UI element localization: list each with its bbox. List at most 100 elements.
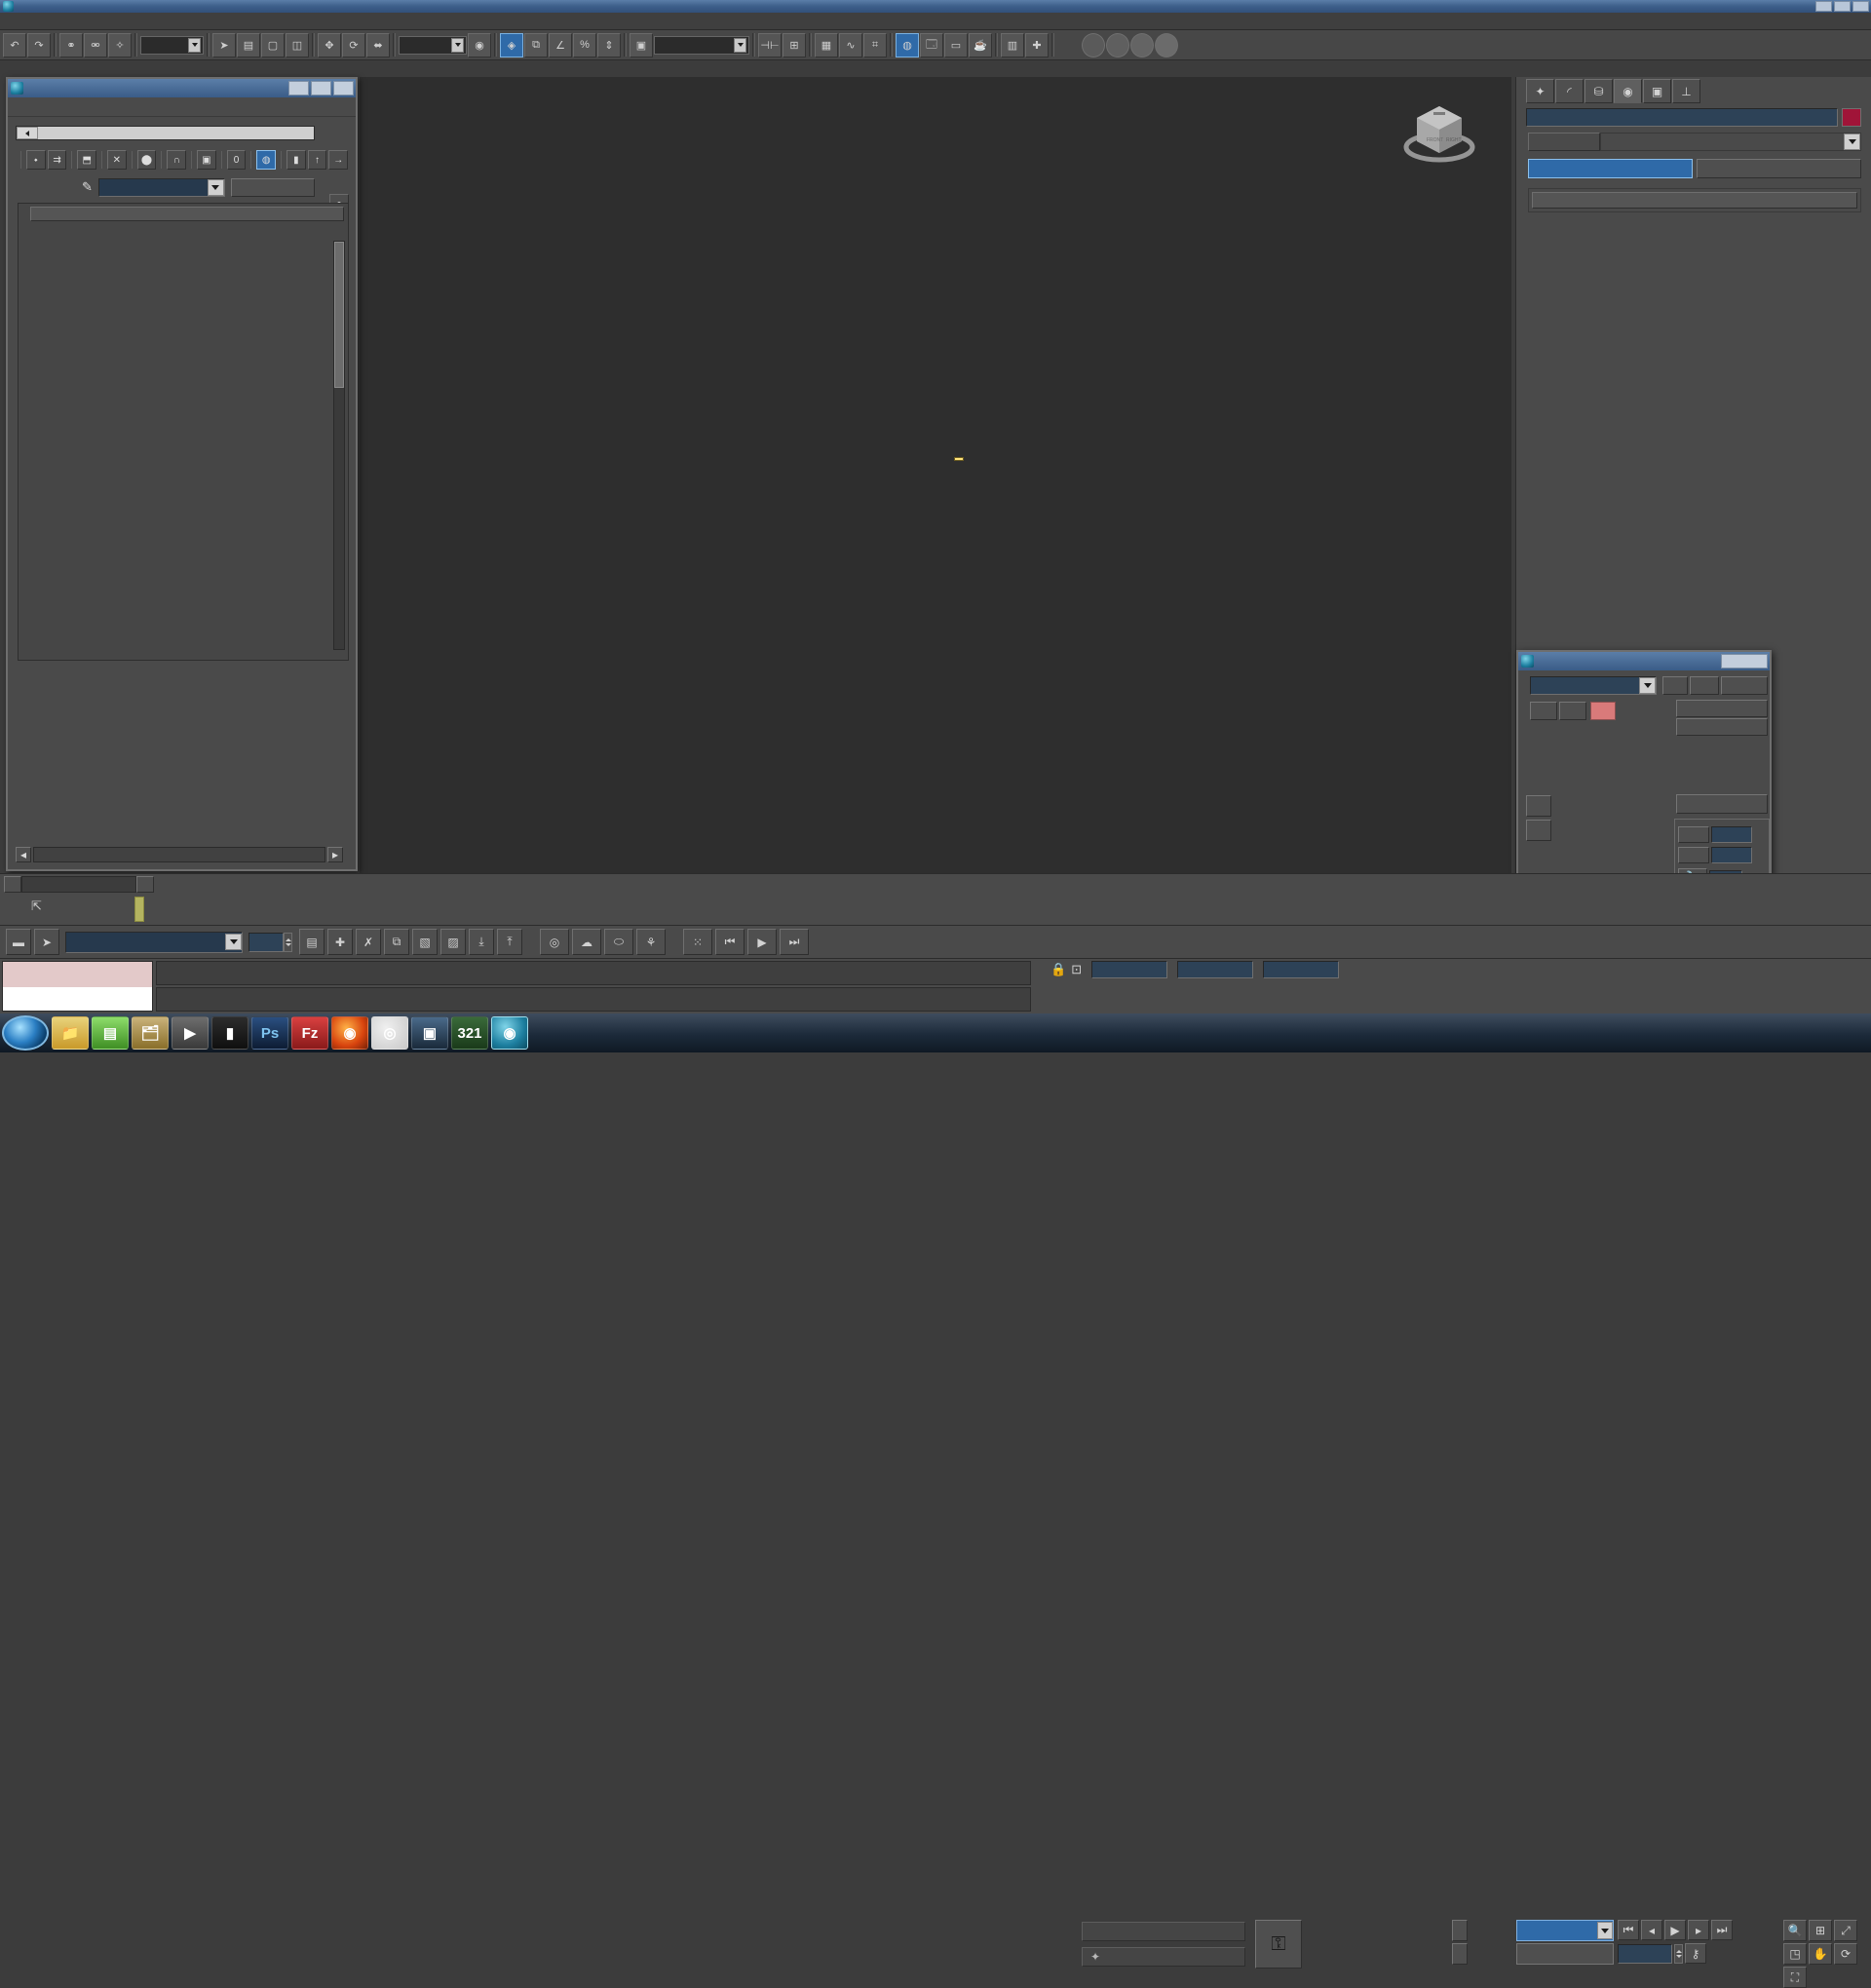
go-to-parent-icon[interactable]: ↑ xyxy=(308,150,327,170)
viewport-perspective[interactable]: FRONT RIGHT xyxy=(360,77,1511,873)
physx-icon[interactable]: ◎ xyxy=(540,929,569,955)
maximize-viewport-icon[interactable]: ⛶ xyxy=(1783,1967,1807,1988)
reference-coordinate-dropdown[interactable] xyxy=(399,36,467,55)
maps-rollout-header[interactable] xyxy=(30,207,344,221)
select-region-button[interactable]: ▢ xyxy=(261,33,285,57)
tpt-all-button[interactable] xyxy=(1559,702,1586,720)
assign-controller-header[interactable] xyxy=(1532,192,1857,209)
frame-spinner[interactable] xyxy=(1674,1944,1683,1964)
viewcube[interactable]: FRONT RIGHT xyxy=(1401,98,1477,169)
set-key-button[interactable] xyxy=(1452,1943,1468,1965)
mirror-button[interactable]: ⊣⊢ xyxy=(758,33,782,57)
angle-snap-button[interactable]: ∠ xyxy=(549,33,572,57)
tpt-from-field[interactable] xyxy=(1711,826,1752,843)
select-layer-icon[interactable]: ➤ xyxy=(34,929,59,955)
material-id-channel-button[interactable]: 0 xyxy=(227,150,247,170)
named-selection-sets-dropdown[interactable] xyxy=(654,36,749,55)
show-end-result-icon[interactable]: ▮ xyxy=(286,150,306,170)
window-close-button[interactable] xyxy=(1852,1,1869,12)
key-toggle-icon[interactable]: ⚿ xyxy=(1255,1920,1302,1969)
snap-toggle-button[interactable]: ⧉ xyxy=(524,33,548,57)
align-button[interactable]: ⊞ xyxy=(783,33,806,57)
redo-button[interactable]: ↷ xyxy=(27,33,51,57)
me-minimize-button[interactable] xyxy=(288,81,309,96)
make-unique-icon[interactable]: ∩ xyxy=(167,150,186,170)
make-material-copy-icon[interactable]: ⬤ xyxy=(137,150,157,170)
delete-layer-icon[interactable]: ✗ xyxy=(356,929,381,955)
taskbar-photoshop-icon[interactable]: Ps xyxy=(251,1016,288,1050)
paste-layer-icon[interactable]: ▧ xyxy=(412,929,438,955)
chevron-down-icon[interactable] xyxy=(734,38,746,53)
assign-to-selection-icon[interactable]: ⬒ xyxy=(77,150,96,170)
object-name-field[interactable] xyxy=(1526,108,1838,127)
go-to-end-button[interactable]: ⏭ xyxy=(1711,1920,1733,1940)
layer-manager-button[interactable]: ▦ xyxy=(815,33,838,57)
me-nav-right-button[interactable]: ▸ xyxy=(327,847,343,862)
window-crossing-button[interactable]: ◫ xyxy=(286,33,309,57)
go-to-start-button[interactable]: ⏮ xyxy=(1618,1920,1639,1940)
preview-render-button[interactable]: ▥ xyxy=(1001,33,1024,57)
add-time-tag-button[interactable]: ✦ xyxy=(1082,1947,1245,1967)
tpt-get-import-scale-button[interactable] xyxy=(1676,718,1768,736)
taskbar-media-icon[interactable]: ▶ xyxy=(172,1016,209,1050)
chevron-down-icon[interactable] xyxy=(188,38,201,53)
taskbar-folder-icon[interactable]: 🗂 xyxy=(132,1016,169,1050)
taskbar-terminal-icon[interactable]: ▮ xyxy=(211,1016,248,1050)
material-editor-window[interactable]: ● ◑ ▦ ⊞ ▤ ▷ ⚙ ⛏ ⧉ ⬩ ⇉ ⬒ ✕ ⬤ ∩ ▣ 0 ◍ ▮ ↑ … xyxy=(6,77,358,871)
viewport-canvas[interactable] xyxy=(360,77,1511,873)
physx-capsule-icon[interactable]: ⬭ xyxy=(604,929,633,955)
render-setup-button[interactable]: 🗔 xyxy=(920,33,943,57)
orbit-icon[interactable]: ⟳ xyxy=(1834,1943,1857,1965)
current-frame-display[interactable] xyxy=(21,876,136,893)
chevron-down-icon[interactable] xyxy=(208,179,224,196)
sub-object-dropdown[interactable] xyxy=(1600,133,1861,151)
key-filters-button[interactable] xyxy=(1516,1943,1614,1965)
go-to-end-icon[interactable]: ⏭ xyxy=(780,929,809,955)
selection-filter-dropdown[interactable] xyxy=(140,36,204,55)
tpt-close-button[interactable] xyxy=(1721,654,1768,669)
select-by-name-button[interactable]: ▤ xyxy=(237,33,260,57)
percent-snap-button[interactable]: % xyxy=(573,33,596,57)
auto-key-button[interactable] xyxy=(1452,1920,1468,1941)
tpt-select-camera-button[interactable] xyxy=(1676,794,1768,814)
go-to-start-icon[interactable]: ⏮ xyxy=(715,929,745,955)
layer-properties-icon[interactable]: ▬ xyxy=(6,929,31,955)
bind-spacewarp-button[interactable]: ✧ xyxy=(108,33,132,57)
schematic-view-button[interactable]: ⌗ xyxy=(863,33,887,57)
tpt-cat-paste-opp-button[interactable] xyxy=(1676,700,1768,717)
tpt-pink-swatch[interactable] xyxy=(1590,702,1616,720)
chevron-down-icon[interactable] xyxy=(1639,677,1656,694)
tab-trajectories[interactable] xyxy=(1697,159,1861,178)
current-frame-field[interactable] xyxy=(1618,1944,1672,1964)
absolute-relative-icon[interactable]: ⊡ xyxy=(1071,962,1082,977)
put-to-scene-icon[interactable]: ⇉ xyxy=(48,150,67,170)
scroll-left-button[interactable] xyxy=(17,127,38,139)
unlink-button[interactable]: ⚮ xyxy=(84,33,107,57)
chevron-down-icon[interactable] xyxy=(1844,134,1860,150)
copy-layer-icon[interactable]: ⧉ xyxy=(384,929,409,955)
chevron-down-icon[interactable] xyxy=(451,38,464,53)
taskbar-unreal-icon[interactable]: ▣ xyxy=(411,1016,448,1050)
tpt-rig-dropdown[interactable] xyxy=(1530,676,1657,695)
play-animation-icon[interactable]: ▶ xyxy=(747,929,777,955)
reset-map-icon[interactable]: ✕ xyxy=(107,150,127,170)
layer-weight-spinner[interactable] xyxy=(284,933,292,952)
disable-layer-icon[interactable]: ⤒ xyxy=(497,929,522,955)
taskbar-3dsmax-icon[interactable]: ◉ xyxy=(491,1016,528,1050)
go-forward-sibling-icon[interactable]: → xyxy=(328,150,348,170)
undo-button[interactable]: ↶ xyxy=(3,33,26,57)
material-editor-button[interactable]: ◍ xyxy=(896,33,919,57)
key-mode-icon[interactable]: ⁙ xyxy=(683,929,712,955)
zoom-all-icon[interactable]: ⊞ xyxy=(1809,1920,1832,1941)
taskbar-explorer-icon[interactable]: 📁 xyxy=(52,1016,89,1050)
material-name-field[interactable] xyxy=(98,178,225,197)
tpt-mb-button[interactable] xyxy=(1690,676,1719,695)
physx-create-icon[interactable]: ☁ xyxy=(572,929,601,955)
maxscript-mini-listener[interactable] xyxy=(2,961,153,1012)
tpt-to-field[interactable] xyxy=(1711,847,1752,863)
y-field[interactable] xyxy=(1177,961,1253,978)
paste-layer-opposite-icon[interactable]: ▨ xyxy=(440,929,466,955)
put-to-library-icon[interactable]: ▣ xyxy=(197,150,216,170)
tab-motion[interactable]: ◉ xyxy=(1614,79,1642,103)
lock-selection-icon[interactable]: 🔒 xyxy=(1050,962,1066,977)
